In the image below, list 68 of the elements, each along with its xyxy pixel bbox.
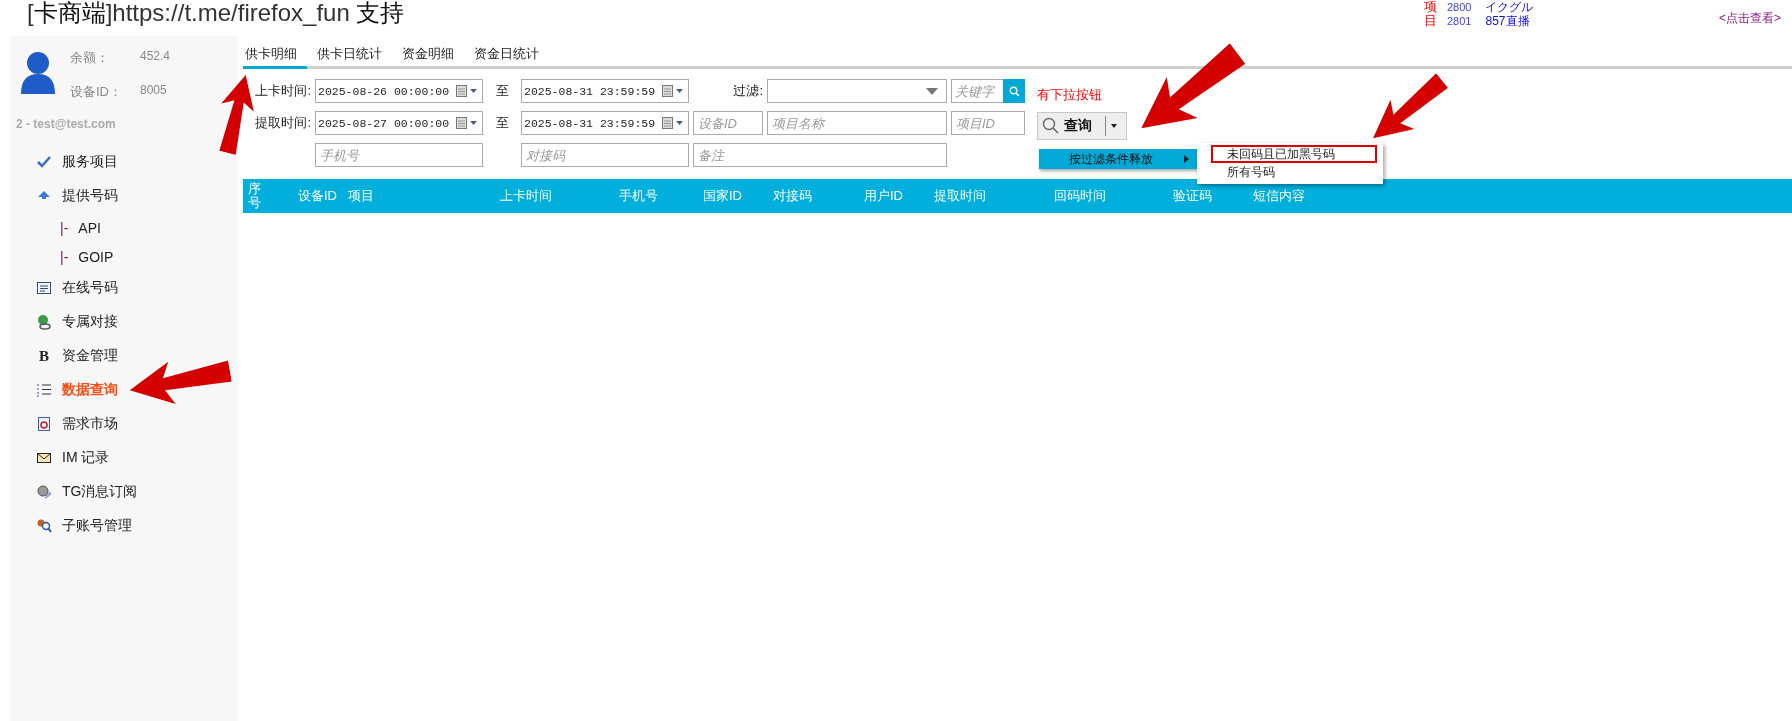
calendar-icon [456, 117, 478, 129]
envelope-icon [36, 450, 52, 466]
user-email: 2 - test@test.com [16, 117, 117, 131]
time-label: 提取时间: [254, 114, 311, 132]
calendar-icon [662, 85, 684, 97]
sidebar-item[interactable]: 需求市场 [10, 407, 238, 441]
search-button[interactable] [1003, 79, 1025, 103]
caret-icon [1111, 124, 1117, 128]
annotation-text: 有下拉按钮 [1037, 86, 1103, 104]
bold-letter-icon: B [36, 347, 52, 365]
tab[interactable]: 资金日统计 [472, 39, 549, 69]
menu-item[interactable]: 未回码且已加黑号码 [1211, 145, 1377, 163]
project-name: 857直播 [1485, 14, 1531, 29]
search-icon [1042, 117, 1060, 135]
checkmark-icon [36, 154, 52, 170]
device-id-value: 8005 [140, 83, 168, 99]
submenu-arrow-icon [1184, 155, 1189, 163]
project-id: 2800 [1447, 0, 1472, 15]
sidebar-item[interactable]: IM 记录 [10, 441, 238, 475]
time-label: 上卡时间: [254, 82, 311, 100]
tree-prefix: |- [60, 219, 69, 236]
sidebar-item[interactable]: 服务项目 [10, 145, 238, 179]
tree-prefix: |- [60, 248, 69, 265]
balance-value: 452.4 [140, 49, 171, 65]
datetime-field[interactable]: 2025-08-31 23:59:59 [521, 79, 689, 103]
tab[interactable]: 供卡明细 [243, 39, 307, 69]
datetime-field[interactable]: 2025-08-31 23:59:59 [521, 111, 689, 135]
window-title: [卡商端]https://t.me/firefox_fun 支持 [27, 0, 405, 28]
datetime-field[interactable]: 2025-08-26 00:00:00 [315, 79, 483, 103]
project-name: イクグル [1485, 0, 1534, 15]
input-field[interactable]: 项目ID [951, 111, 1025, 135]
menu-item[interactable]: 所有号码 [1211, 163, 1377, 181]
caret-icon [926, 87, 938, 95]
filter-dropdown[interactable] [767, 79, 947, 103]
calendar-icon [456, 85, 478, 97]
input-field[interactable]: 备注 [693, 143, 947, 167]
view-link[interactable]: <点击查看> [1719, 10, 1781, 27]
sidebar-item[interactable]: 提供号码 [10, 179, 238, 213]
sidebar-item[interactable]: B 资金管理 [10, 339, 238, 373]
sidebar-item[interactable]: 在线号码 [10, 271, 238, 305]
document-icon [36, 280, 52, 296]
menu-item[interactable]: 按过滤条件释放 [1039, 149, 1197, 169]
sidebar-item[interactable]: 子账号管理 [10, 509, 238, 543]
keyword-field[interactable]: 关键字 [951, 79, 1003, 103]
balance-label: 余额： [70, 49, 110, 67]
sidebar-item[interactable]: 专属对接 [10, 305, 238, 339]
users-search-icon [36, 518, 52, 534]
input-field[interactable]: 项目名称 [767, 111, 947, 135]
input-field[interactable]: 手机号 [315, 143, 483, 167]
to-label: 至 [494, 114, 510, 132]
input-field[interactable]: 设备ID [693, 111, 763, 135]
project-id: 2801 [1447, 14, 1472, 29]
filter-label: 过滤: [732, 82, 763, 100]
sidebar-subitem[interactable]: |- GOIP [10, 242, 238, 271]
tab[interactable]: 供卡日统计 [315, 39, 392, 69]
datetime-field[interactable]: 2025-08-27 00:00:00 [315, 111, 483, 135]
query-button[interactable]: 查询 [1037, 112, 1127, 140]
sidebar-item[interactable]: TG消息订阅 [10, 475, 238, 509]
device-id-label: 设备ID： [70, 83, 123, 101]
to-label: 至 [494, 82, 510, 100]
document-icon [36, 416, 52, 432]
numbered-list-icon [36, 382, 52, 398]
calendar-icon [662, 117, 684, 129]
sidebar-subitem[interactable]: |- API [10, 213, 238, 242]
projects-label: 项目 [1424, 0, 1437, 29]
search-icon [1008, 85, 1020, 97]
input-field[interactable]: 对接码 [521, 143, 689, 167]
tab[interactable]: 资金明细 [400, 39, 464, 69]
